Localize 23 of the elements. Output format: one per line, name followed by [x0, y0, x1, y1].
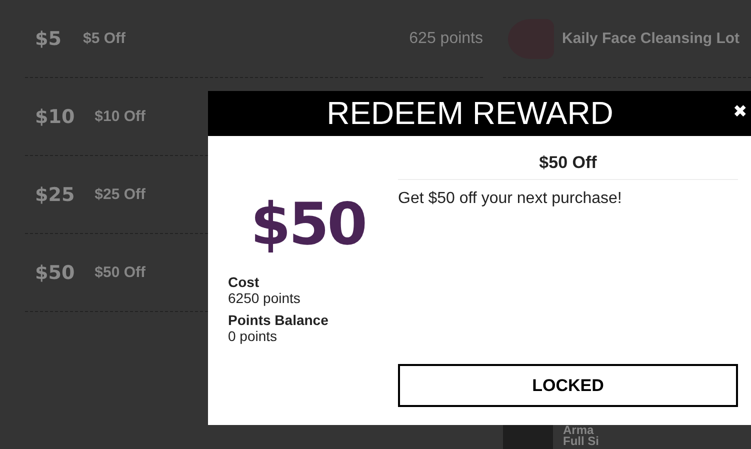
detail-value: 6250 points: [228, 290, 302, 306]
product-name: Arma Full Si: [563, 425, 599, 447]
reward-name: $10 Off: [94, 108, 146, 125]
reward-title: $50 Off: [398, 136, 738, 180]
detail-label: Points Balance: [228, 312, 330, 328]
reward-amount: $25: [35, 182, 75, 206]
photo-placeholder: [503, 425, 553, 449]
dialog-title: REDEEM REWARD: [326, 95, 614, 132]
reward-amount: $50: [35, 260, 75, 284]
reward-value: $50: [249, 190, 367, 260]
reward-points: 625 points: [409, 30, 483, 48]
reward-name: $5 Off: [83, 30, 126, 47]
close-button[interactable]: ✖: [733, 101, 747, 122]
reward-amount: $10: [35, 104, 75, 128]
reward-amount: $5: [35, 26, 62, 50]
locked-button[interactable]: LOCKED: [398, 364, 738, 407]
reward-name: $50 Off: [94, 264, 146, 281]
reward-description: Get $50 off your next purchase!: [398, 190, 623, 208]
reward-row[interactable]: $5 $5 Off 625 points: [25, 0, 483, 78]
detail-value: 0 points: [228, 328, 278, 344]
detail-label: Cost: [228, 274, 260, 290]
reward-name: $25 Off: [94, 186, 146, 203]
product-name: Kaily Face Cleansing Lot: [562, 30, 740, 47]
